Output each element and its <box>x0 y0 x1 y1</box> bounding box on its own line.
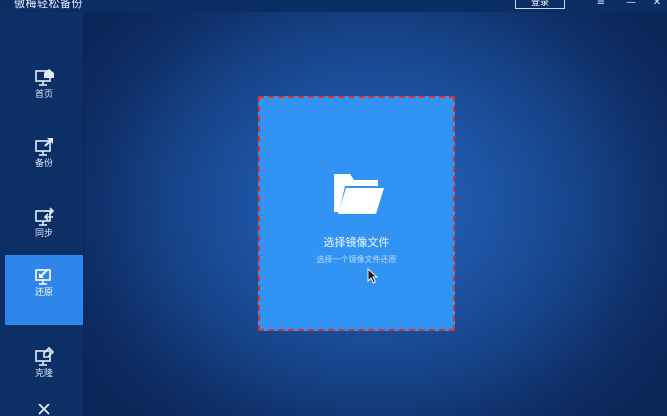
clone-icon <box>35 346 55 366</box>
restore-panel: 选择镜像文件 选择一个镜像文件还原 <box>84 12 667 416</box>
sidebar-item-home[interactable]: 首页 <box>5 57 83 127</box>
folder-open-icon <box>334 174 384 214</box>
sidebar-item-label: 克隆 <box>34 369 53 379</box>
sidebar-item-restore[interactable]: 还原 <box>5 255 83 325</box>
mouse-pointer-icon <box>367 268 379 284</box>
dropzone-subtitle: 选择一个镜像文件还原 <box>316 255 397 264</box>
login-button[interactable]: 登录 <box>515 0 565 9</box>
restore-icon <box>35 269 51 285</box>
sidebar-item-backup[interactable]: 备份 <box>5 126 83 196</box>
backup-icon <box>35 138 53 156</box>
sidebar-item-label: 同步 <box>34 229 53 239</box>
app-title: 傲梅轻松备份 <box>14 0 83 10</box>
sidebar: 首页 备份 同步 还原 克隆 <box>0 12 84 416</box>
sidebar-item-label: 还原 <box>34 288 53 298</box>
sidebar-item-tools[interactable] <box>5 404 83 416</box>
minimize-icon[interactable]: — <box>622 0 640 10</box>
dropzone-title: 选择镜像文件 <box>323 236 390 249</box>
sidebar-item-clone[interactable]: 克隆 <box>5 336 83 406</box>
sync-icon <box>35 207 55 226</box>
sidebar-item-label: 备份 <box>34 159 53 169</box>
sidebar-item-label: 首页 <box>34 90 53 100</box>
close-icon[interactable]: ✕ <box>648 0 666 10</box>
home-icon <box>35 69 54 86</box>
title-bar: 傲梅轻松备份 登录 ≡ — ✕ <box>0 0 667 12</box>
menu-icon[interactable]: ≡ <box>592 0 610 10</box>
select-image-dropzone[interactable]: 选择镜像文件 选择一个镜像文件还原 <box>258 96 455 331</box>
tools-icon <box>38 404 50 415</box>
